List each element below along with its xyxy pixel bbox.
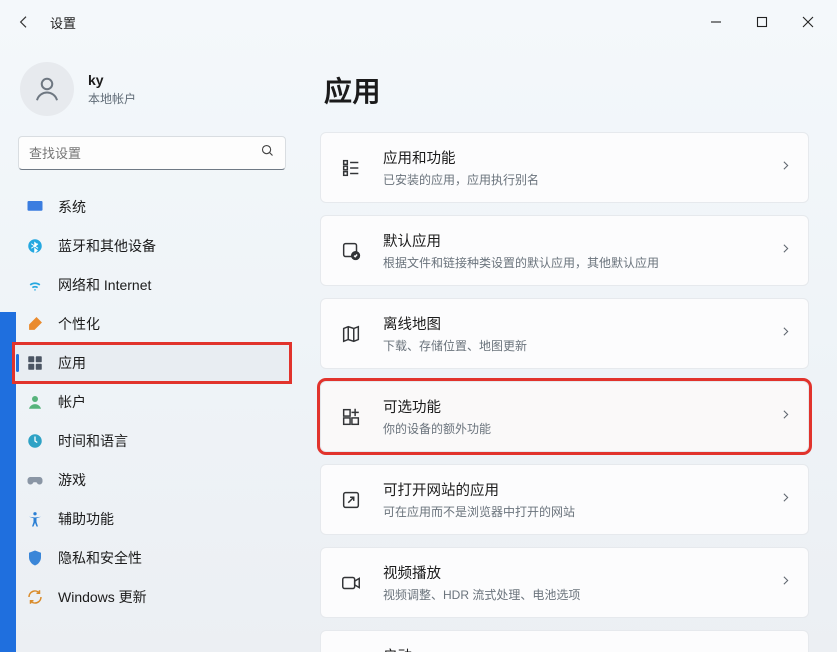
sidebar-item-windows-update[interactable]: Windows 更新: [14, 578, 290, 616]
card-title: 应用和功能: [383, 147, 761, 168]
default-apps-icon: [337, 240, 365, 262]
sidebar-item-bluetooth[interactable]: 蓝牙和其他设备: [14, 227, 290, 265]
sidebar-item-label: 网络和 Internet: [58, 275, 151, 295]
optional-features-icon: [337, 406, 365, 428]
sidebar-item-label: 应用: [58, 353, 86, 373]
card-offline-maps[interactable]: 离线地图下载、存储位置、地图更新: [320, 298, 809, 369]
apps-icon: [26, 354, 44, 372]
card-title: 启动: [383, 645, 761, 652]
open-link-icon: [337, 489, 365, 511]
chevron-right-icon: [779, 242, 792, 260]
update-icon: [26, 588, 44, 606]
chevron-right-icon: [779, 408, 792, 426]
card-subtitle: 你的设备的额外功能: [383, 420, 761, 437]
sidebar-item-label: 辅助功能: [58, 509, 114, 529]
back-button[interactable]: [6, 4, 42, 40]
sidebar-item-apps[interactable]: 应用: [14, 344, 290, 382]
sidebar-item-accounts[interactable]: 帐户: [14, 383, 290, 421]
card-optional-features[interactable]: 可选功能你的设备的额外功能: [320, 381, 809, 452]
card-title: 默认应用: [383, 230, 761, 251]
page-title: 应用: [324, 70, 809, 110]
person-icon: [26, 393, 44, 411]
minimize-button[interactable]: [693, 6, 739, 38]
card-subtitle: 视频调整、HDR 流式处理、电池选项: [383, 586, 761, 603]
sidebar-item-label: 时间和语言: [58, 431, 128, 451]
sidebar-item-label: Windows 更新: [58, 587, 147, 607]
wifi-icon: [26, 276, 44, 294]
chevron-right-icon: [779, 325, 792, 343]
sidebar-item-accessibility[interactable]: 辅助功能: [14, 500, 290, 538]
shield-icon: [26, 549, 44, 567]
paintbrush-icon: [26, 315, 44, 333]
nav-list: 系统 蓝牙和其他设备 网络和 Internet 个性化 应用 帐户: [14, 188, 290, 616]
sidebar-item-label: 帐户: [58, 392, 86, 412]
search-input[interactable]: [29, 146, 260, 161]
sidebar-item-label: 系统: [58, 197, 86, 217]
sidebar-item-system[interactable]: 系统: [14, 188, 290, 226]
bluetooth-icon: [26, 237, 44, 255]
system-icon: [26, 198, 44, 216]
globe-clock-icon: [26, 432, 44, 450]
list-icon: [337, 157, 365, 179]
search-icon: [260, 143, 275, 163]
card-video-playback[interactable]: 视频播放视频调整、HDR 流式处理、电池选项: [320, 547, 809, 618]
sidebar: ky 本地帐户 系统 蓝牙和其他设备 网络和 Internet: [0, 44, 302, 652]
chevron-right-icon: [779, 574, 792, 592]
card-title: 可打开网站的应用: [383, 479, 761, 500]
card-subtitle: 已安装的应用，应用执行别名: [383, 171, 761, 188]
main-content: 应用 应用和功能已安装的应用，应用执行别名 默认应用根据文件和链接种类设置的默认…: [302, 44, 837, 652]
sidebar-item-label: 个性化: [58, 314, 100, 334]
sidebar-item-personalization[interactable]: 个性化: [14, 305, 290, 343]
profile-subtitle: 本地帐户: [88, 90, 136, 107]
avatar: [20, 62, 74, 116]
settings-card-list: 应用和功能已安装的应用，应用执行别名 默认应用根据文件和链接种类设置的默认应用，…: [320, 132, 809, 652]
map-icon: [337, 323, 365, 345]
accessibility-icon: [26, 510, 44, 528]
sidebar-item-time-language[interactable]: 时间和语言: [14, 422, 290, 460]
search-box[interactable]: [18, 136, 286, 170]
card-apps-for-websites[interactable]: 可打开网站的应用可在应用而不是浏览器中打开的网站: [320, 464, 809, 535]
chevron-right-icon: [779, 159, 792, 177]
close-button[interactable]: [785, 6, 831, 38]
sidebar-item-label: 蓝牙和其他设备: [58, 236, 156, 256]
window-title: 设置: [50, 13, 76, 32]
card-subtitle: 可在应用而不是浏览器中打开的网站: [383, 503, 761, 520]
card-subtitle: 根据文件和链接种类设置的默认应用，其他默认应用: [383, 254, 761, 271]
chevron-right-icon: [779, 491, 792, 509]
card-subtitle: 下载、存储位置、地图更新: [383, 337, 761, 354]
profile-block[interactable]: ky 本地帐户: [14, 60, 290, 126]
sidebar-item-network[interactable]: 网络和 Internet: [14, 266, 290, 304]
sidebar-item-privacy[interactable]: 隐私和安全性: [14, 539, 290, 577]
profile-name: ky: [88, 72, 136, 88]
video-icon: [337, 572, 365, 594]
maximize-button[interactable]: [739, 6, 785, 38]
title-bar: 设置: [0, 0, 837, 44]
card-startup[interactable]: 启动登录时自动启动的应用程序: [320, 630, 809, 652]
card-title: 离线地图: [383, 313, 761, 334]
card-title: 可选功能: [383, 396, 761, 417]
sidebar-item-label: 隐私和安全性: [58, 548, 142, 568]
card-apps-and-features[interactable]: 应用和功能已安装的应用，应用执行别名: [320, 132, 809, 203]
gamepad-icon: [26, 471, 44, 489]
sidebar-item-gaming[interactable]: 游戏: [14, 461, 290, 499]
window-controls: [693, 6, 831, 38]
sidebar-item-label: 游戏: [58, 470, 86, 490]
card-title: 视频播放: [383, 562, 761, 583]
card-default-apps[interactable]: 默认应用根据文件和链接种类设置的默认应用，其他默认应用: [320, 215, 809, 286]
